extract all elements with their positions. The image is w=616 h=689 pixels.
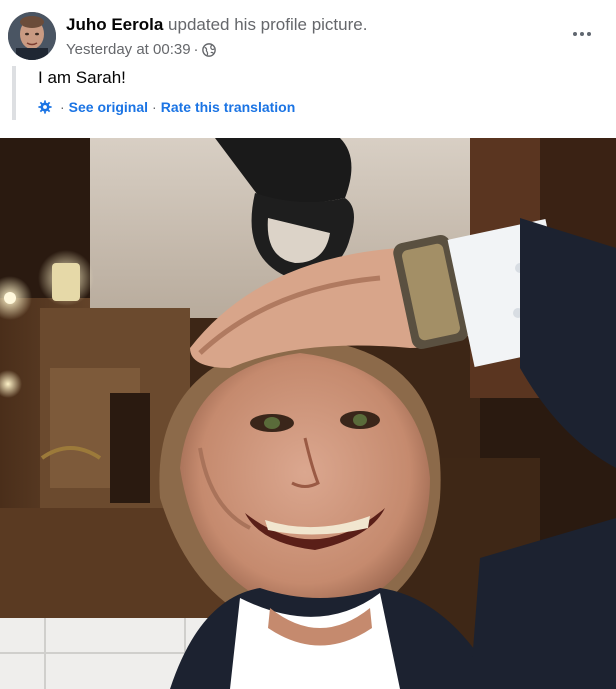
- meta-separator: ·: [193, 41, 199, 58]
- rate-translation-link[interactable]: Rate this translation: [161, 98, 296, 116]
- translation-separator: ·: [60, 99, 65, 115]
- post-text: I am Sarah!: [38, 68, 126, 87]
- post-timestamp[interactable]: Yesterday at 00:39: [66, 40, 191, 60]
- profile-avatar[interactable]: [8, 12, 56, 60]
- more-dot: [573, 32, 577, 36]
- see-original-link[interactable]: See original: [69, 98, 148, 116]
- more-dot: [580, 32, 584, 36]
- post-body: I am Sarah! · See original · Rate this t…: [12, 66, 295, 120]
- translation-bar: · See original · Rate this translation: [38, 98, 295, 116]
- post-meta: Yesterday at 00:39 ·: [66, 40, 216, 60]
- more-options-icon[interactable]: [570, 22, 594, 46]
- more-dot: [587, 32, 591, 36]
- post-header: Juho Eerola updated his profile picture.…: [0, 0, 616, 138]
- post-title-line: Juho Eerola updated his profile picture.: [66, 14, 367, 36]
- translation-separator: ·: [152, 99, 157, 115]
- gear-icon[interactable]: [38, 100, 52, 114]
- author-name[interactable]: Juho Eerola: [66, 15, 163, 34]
- profile-photo[interactable]: [0, 138, 616, 689]
- post-action-text: updated his profile picture.: [168, 15, 368, 34]
- globe-icon[interactable]: [201, 43, 216, 57]
